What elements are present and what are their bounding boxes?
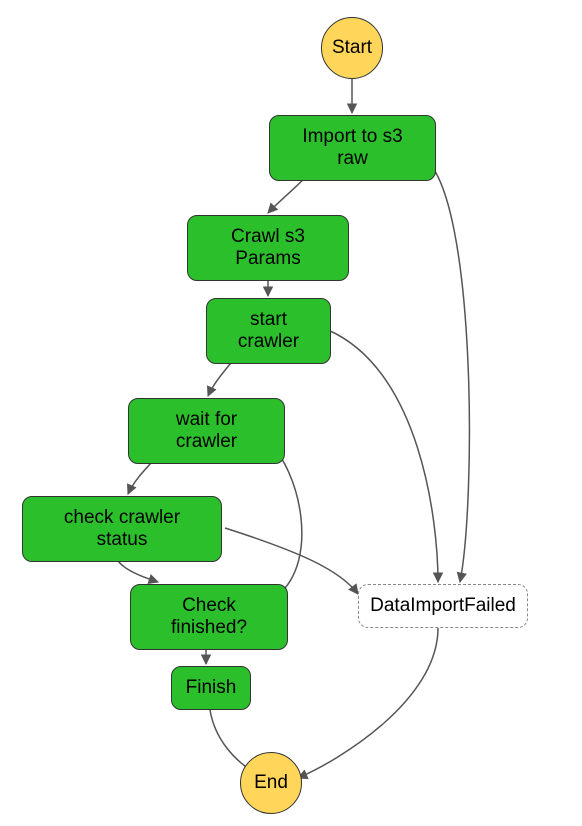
- node-import-label: Import to s3 raw: [286, 126, 419, 170]
- node-params: Crawl s3 Params: [187, 215, 349, 281]
- node-import: Import to s3 raw: [269, 115, 436, 181]
- node-end-label: End: [254, 772, 288, 794]
- node-end: End: [240, 752, 302, 814]
- node-start-crawler: start crawler: [206, 298, 331, 364]
- node-finish: Finish: [171, 666, 251, 710]
- node-start-crawler-label: start crawler: [223, 309, 314, 353]
- node-wait: wait for crawler: [128, 398, 285, 464]
- node-failed: DataImportFailed: [358, 584, 528, 628]
- node-check-status-label: check crawler status: [39, 507, 205, 551]
- node-check-status: check crawler status: [22, 496, 222, 562]
- node-finish-label: Finish: [186, 677, 237, 699]
- node-start: Start: [321, 17, 383, 79]
- node-check-finished-label: Check finished?: [147, 595, 271, 639]
- node-check-finished: Check finished?: [130, 584, 288, 650]
- node-params-label: Crawl s3 Params: [204, 226, 332, 270]
- node-start-label: Start: [332, 37, 372, 59]
- node-failed-label: DataImportFailed: [370, 595, 516, 617]
- node-wait-label: wait for crawler: [145, 409, 268, 453]
